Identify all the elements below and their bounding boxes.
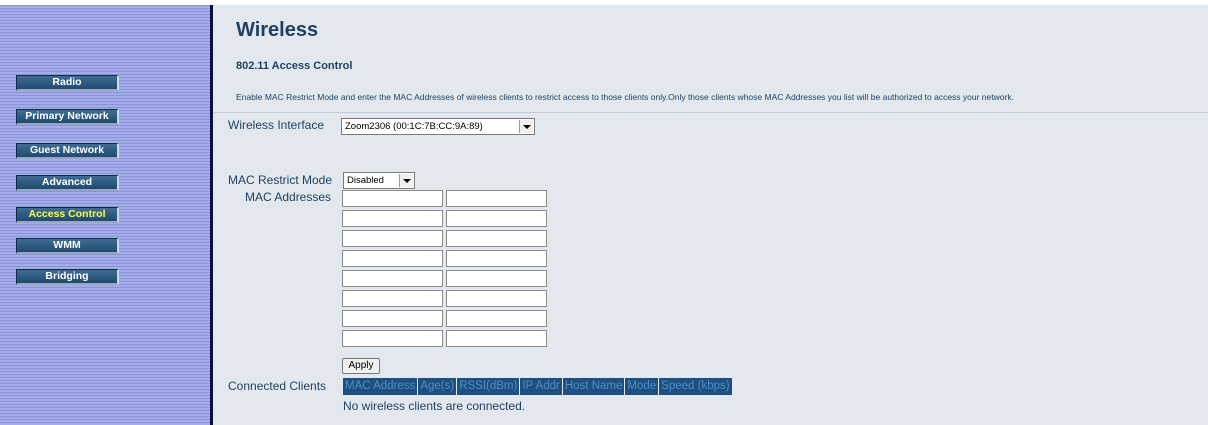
sidebar-item-primary-network[interactable]: Primary Network — [16, 109, 119, 125]
chevron-down-icon — [519, 120, 533, 133]
no-clients-message: No wireless clients are connected. — [343, 399, 526, 413]
sidebar-item-access-control[interactable]: Access Control — [16, 207, 119, 223]
column-header: MAC Address — [343, 378, 419, 395]
apply-button[interactable]: Apply — [342, 358, 380, 374]
sidebar-item-guest-network[interactable]: Guest Network — [16, 143, 119, 159]
chevron-down-icon — [399, 174, 413, 187]
mac-address-input[interactable] — [342, 190, 443, 207]
mac-address-input[interactable] — [446, 210, 547, 227]
mac-restrict-mode-select[interactable]: Disabled — [343, 172, 415, 189]
mac-address-input[interactable] — [342, 330, 443, 347]
mac-address-input[interactable] — [342, 310, 443, 327]
mac-address-input[interactable] — [446, 310, 547, 327]
page-description: Enable MAC Restrict Mode and enter the M… — [236, 92, 1014, 102]
sidebar-item-radio[interactable]: Radio — [16, 75, 119, 91]
column-header: RSSI(dBm) — [457, 378, 521, 395]
mac-address-input[interactable] — [342, 210, 443, 227]
mac-address-input[interactable] — [446, 230, 547, 247]
sidebar-item-advanced[interactable]: Advanced — [16, 175, 119, 191]
mac-address-input[interactable] — [446, 330, 547, 347]
wireless-interface-select[interactable]: Zoom2306 (00:1C:7B:CC:9A:89) — [341, 118, 535, 135]
section-title: 802.11 Access Control — [236, 60, 353, 72]
column-header: Age(s) — [418, 378, 458, 395]
mac-address-input[interactable] — [342, 270, 443, 287]
mac-address-input[interactable] — [446, 250, 547, 267]
mac-address-input[interactable] — [342, 230, 443, 247]
mac-addresses-label: MAC Addresses — [245, 190, 332, 204]
mac-restrict-mode-label: MAC Restrict Mode — [228, 173, 333, 187]
column-header: Mode — [625, 378, 660, 395]
mac-address-input[interactable] — [446, 190, 547, 207]
clients-table-header: MAC Address Age(s) RSSI(dBm) IP Addr Hos… — [343, 378, 732, 395]
sidebar: Radio Primary Network Guest Network Adva… — [0, 5, 210, 425]
sidebar-item-wmm[interactable]: WMM — [16, 238, 119, 254]
column-header: Host Name — [563, 378, 626, 395]
mac-address-input[interactable] — [342, 250, 443, 267]
mac-restrict-mode-value: Disabled — [347, 175, 384, 186]
wireless-interface-value: Zoom2306 (00:1C:7B:CC:9A:89) — [345, 121, 483, 132]
mac-address-input[interactable] — [446, 290, 547, 307]
main-content: Wireless 802.11 Access Control Enable MA… — [213, 5, 1208, 425]
page-title: Wireless — [236, 19, 319, 41]
wireless-interface-label: Wireless Interface — [228, 118, 325, 132]
mac-address-input[interactable] — [446, 270, 547, 287]
divider — [213, 112, 1208, 113]
column-header: IP Addr — [520, 378, 563, 395]
column-header: Speed (kbps) — [661, 380, 730, 392]
sidebar-item-bridging[interactable]: Bridging — [16, 269, 119, 285]
connected-clients-label: Connected Clients — [228, 379, 327, 393]
mac-address-input[interactable] — [342, 290, 443, 307]
